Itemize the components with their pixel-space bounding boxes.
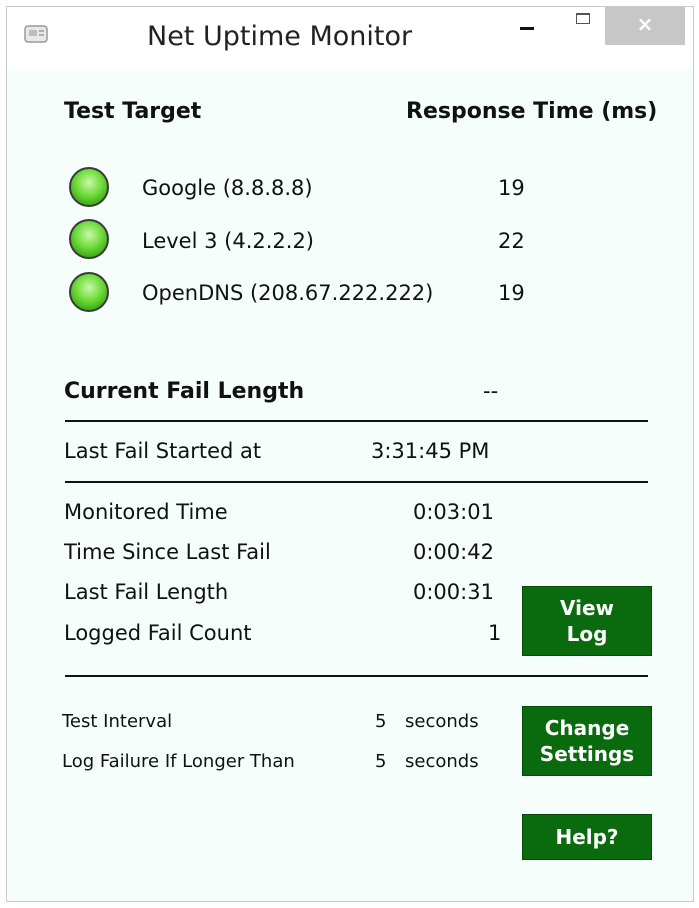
test-target-header: Test Target — [64, 99, 202, 124]
response-time-header: Response Time (ms) — [406, 99, 658, 124]
target-name: OpenDNS (208.67.222.222) — [142, 281, 434, 305]
log-failure-threshold-label: Log Failure If Longer Than — [62, 751, 295, 772]
test-interval-label: Test Interval — [62, 711, 173, 732]
last-fail-length-label: Last Fail Length — [64, 580, 229, 604]
last-fail-started-value: 3:31:45 PM — [371, 439, 490, 463]
divider — [65, 420, 648, 422]
logged-fail-count-value: 1 — [488, 621, 502, 645]
help-button[interactable]: Help? — [522, 814, 652, 860]
status-indicator-icon — [69, 272, 109, 312]
divider — [65, 675, 648, 677]
divider — [65, 481, 648, 483]
close-button[interactable]: × — [605, 7, 685, 45]
close-icon: × — [636, 12, 654, 36]
last-fail-started-label: Last Fail Started at — [64, 439, 262, 463]
minimize-icon[interactable] — [503, 7, 549, 43]
log-failure-threshold-unit: seconds — [405, 751, 479, 772]
view-log-label-line2: Log — [566, 622, 608, 646]
change-settings-label-line2: Settings — [539, 742, 635, 766]
test-interval-unit: seconds — [405, 711, 479, 732]
maximize-icon[interactable] — [563, 7, 609, 43]
main-panel: Test Target Response Time (ms) Google (8… — [7, 69, 693, 903]
test-interval-value: 5 — [375, 711, 387, 732]
last-fail-length-value: 0:00:31 — [413, 580, 494, 604]
current-fail-value: -- — [483, 379, 499, 403]
monitored-time-label: Monitored Time — [64, 500, 228, 524]
log-failure-threshold-value: 5 — [375, 751, 387, 772]
app-window: Net Uptime Monitor × Test Target Respons… — [6, 6, 694, 902]
target-response: 19 — [498, 176, 525, 200]
status-indicator-icon — [69, 167, 109, 207]
target-response: 22 — [498, 229, 525, 253]
target-name: Level 3 (4.2.2.2) — [142, 229, 314, 253]
change-settings-label-line1: Change — [544, 716, 630, 740]
view-log-button[interactable]: View Log — [522, 586, 652, 656]
time-since-last-fail-label: Time Since Last Fail — [64, 540, 271, 564]
title-bar: Net Uptime Monitor × — [7, 7, 693, 69]
target-name: Google (8.8.8.8) — [142, 176, 313, 200]
target-response: 19 — [498, 281, 525, 305]
logged-fail-count-label: Logged Fail Count — [64, 621, 252, 645]
status-indicator-icon — [69, 219, 109, 259]
change-settings-button[interactable]: Change Settings — [522, 706, 652, 776]
view-log-label-line1: View — [559, 596, 615, 620]
monitored-time-value: 0:03:01 — [413, 500, 494, 524]
current-fail-label: Current Fail Length — [64, 379, 305, 404]
time-since-last-fail-value: 0:00:42 — [413, 540, 494, 564]
